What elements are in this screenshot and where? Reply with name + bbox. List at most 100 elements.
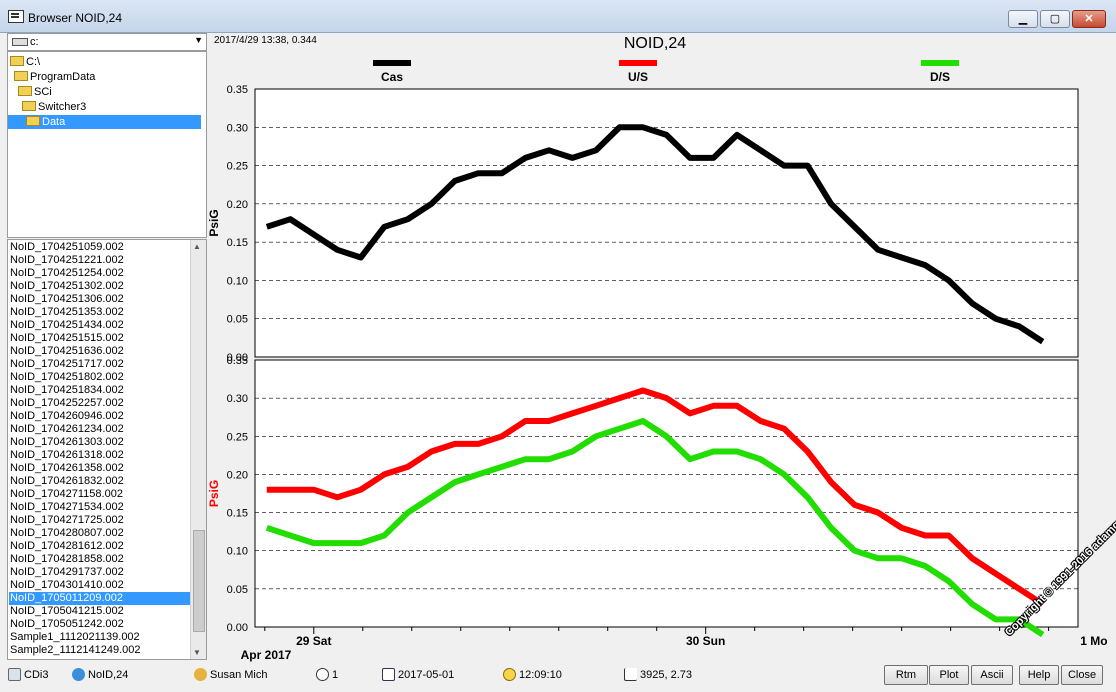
file-list-item[interactable]: NoID_1704252257.002 [9,397,190,410]
status-station-label: NoID,24 [88,669,129,681]
file-list-item[interactable]: NoID_1704251717.002 [9,358,190,371]
scroll-thumb[interactable] [193,530,205,632]
plot-area[interactable]: 2017/4/29 13:38, 0.344 NOID,24 Apr 2017 … [207,32,1115,662]
file-list-item[interactable]: NoID_1704251434.002 [9,319,190,332]
tree-node-root[interactable]: C:\ [10,55,43,69]
file-list-item[interactable]: NoID_1704251306.002 [9,293,190,306]
file-list-item[interactable]: NoID_1704281858.002 [9,553,190,566]
folder-icon [14,71,28,81]
file-list-item[interactable]: NoID_1704291737.002 [9,566,190,579]
y-tick-label: 0.25 [227,431,248,443]
globe-icon [72,668,85,681]
file-list-item[interactable]: NoID_1704251802.002 [9,371,190,384]
file-list-item[interactable]: NoID_1704301410.002 [9,579,190,592]
folder-tree: C:\ ProgramData SCi Switcher3 Data [7,51,207,238]
app-window-icon [8,10,24,23]
file-list-item[interactable]: NoID_1704251636.002 [9,345,190,358]
help-button[interactable]: Help [1019,665,1059,685]
folder-icon [22,101,36,111]
status-time-label: 12:09:10 [519,669,562,681]
folder-icon [18,86,32,96]
legend-swatch [619,60,657,66]
file-list-scrollbar[interactable]: ▲ ▼ [190,240,206,659]
close-button[interactable]: Close [1061,665,1103,685]
close-icon: ✕ [1084,13,1094,25]
y-axis-label: PsiG [209,480,221,507]
tree-node-label: C:\ [26,56,41,68]
folder-icon [10,56,24,66]
tree-node-label: ProgramData [30,71,96,83]
y-tick-label: 0.35 [227,355,248,367]
file-list-item[interactable]: NoID_1704271725.002 [9,514,190,527]
y-tick-label: 0.05 [227,314,248,326]
file-list-item[interactable]: NoID_1704261318.002 [9,449,190,462]
maximize-button[interactable]: ▢ [1040,10,1070,28]
file-list-item[interactable]: Sample2_1112141249.002 [9,644,190,657]
file-list-item[interactable]: NoID_1704261832.002 [9,475,190,488]
maximize-icon: ▢ [1049,13,1061,25]
drive-select[interactable]: c: ▼ [7,33,207,51]
ascii-button[interactable]: Ascii [971,665,1013,685]
scroll-down-icon[interactable]: ▼ [193,648,201,657]
close-window-button[interactable]: ✕ [1072,10,1106,28]
minimize-icon: ▁ [1018,13,1028,25]
rtm-button[interactable]: Rtm [884,665,928,685]
legend-swatch [373,60,411,66]
y-tick-label: 0.15 [227,237,248,249]
file-list-item[interactable]: NoID_1705051242.002 [9,618,190,631]
file-list-item[interactable]: NoID_1704261234.002 [9,423,190,436]
tree-node-data[interactable]: Data [8,115,201,129]
status-date: 2017-05-01 [382,667,454,683]
y-tick-label: 0.30 [227,393,248,405]
y-tick-label: 0.15 [227,508,248,520]
y-axis-label: PsiG [209,209,221,236]
tree-node-label: SCi [34,86,52,98]
y-tick-label: 0.20 [227,199,248,211]
chevron-down-icon[interactable]: ▼ [194,35,203,45]
file-list-item[interactable]: NoID_1704251353.002 [9,306,190,319]
status-app: CDi3 [8,667,48,683]
file-list-item[interactable]: NoID_1704251515.002 [9,332,190,345]
tree-node-switcher3[interactable]: Switcher3 [22,100,89,114]
file-list-item[interactable]: NoID_1704260946.002 [9,410,190,423]
file-list-item[interactable]: NoID_1704251221.002 [9,254,190,267]
legend-swatch [921,60,959,66]
minimize-button[interactable]: ▁ [1008,10,1038,28]
status-timer-label: 1 [332,669,339,681]
file-list-item[interactable]: NoID_1704281612.002 [9,540,190,553]
user-icon [194,668,207,681]
scroll-up-icon[interactable]: ▲ [193,242,201,251]
file-list-item[interactable]: NoID_1704261303.002 [9,436,190,449]
window-title: Browser NOID,24 [28,11,123,25]
cursor-readout: 2017/4/29 13:38, 0.344 [214,35,317,46]
status-time: 12:09:10 [503,667,562,683]
file-list: NoID_1704251059.002 NoID_1704251221.002 No… [7,239,207,660]
file-list-item[interactable]: NoID_1704280807.002 [9,527,190,540]
drive-icon [12,38,28,46]
y-tick-label: 0.25 [227,161,248,173]
file-list-item[interactable]: NoID_1704251834.002 [9,384,190,397]
chart-svg[interactable]: 2017/4/29 13:38, 0.344 NOID,24 Apr 2017 … [207,32,1115,662]
x-tick-label: 29 Sat [296,634,331,648]
file-list-item[interactable]: NoID_1704251059.002 [9,241,190,254]
file-list-item[interactable]: NoID_1705011209.002 [9,592,190,605]
title-bar: Browser NOID,24 ▁ ▢ ✕ [0,0,1116,33]
file-list-item[interactable]: NoID_1704251254.002 [9,267,190,280]
file-list-item[interactable]: NoID_1704271534.002 [9,501,190,514]
status-app-label: CDi3 [24,669,49,681]
drive-value: c: [30,36,39,48]
calendar-icon [382,668,395,681]
monitor-icon [8,668,21,681]
month-label: Apr 2017 [241,648,292,662]
plot-button[interactable]: Plot [929,665,969,685]
file-list-item[interactable]: NoID_1704271158.002 [9,488,190,501]
file-list-item[interactable]: NoID_1704251302.002 [9,280,190,293]
x-tick-label: 1 Mon [1080,634,1107,648]
tree-node-sci[interactable]: SCi [18,85,55,99]
tree-node-label: Switcher3 [38,101,87,113]
stopwatch-icon [316,668,329,681]
tree-node-programdata[interactable]: ProgramData [14,70,98,84]
file-list-item[interactable]: NoID_1704261358.002 [9,462,190,475]
file-list-item[interactable]: Sample1_1112021139.002 [9,631,190,644]
file-list-item[interactable]: NoID_1705041215.002 [9,605,190,618]
